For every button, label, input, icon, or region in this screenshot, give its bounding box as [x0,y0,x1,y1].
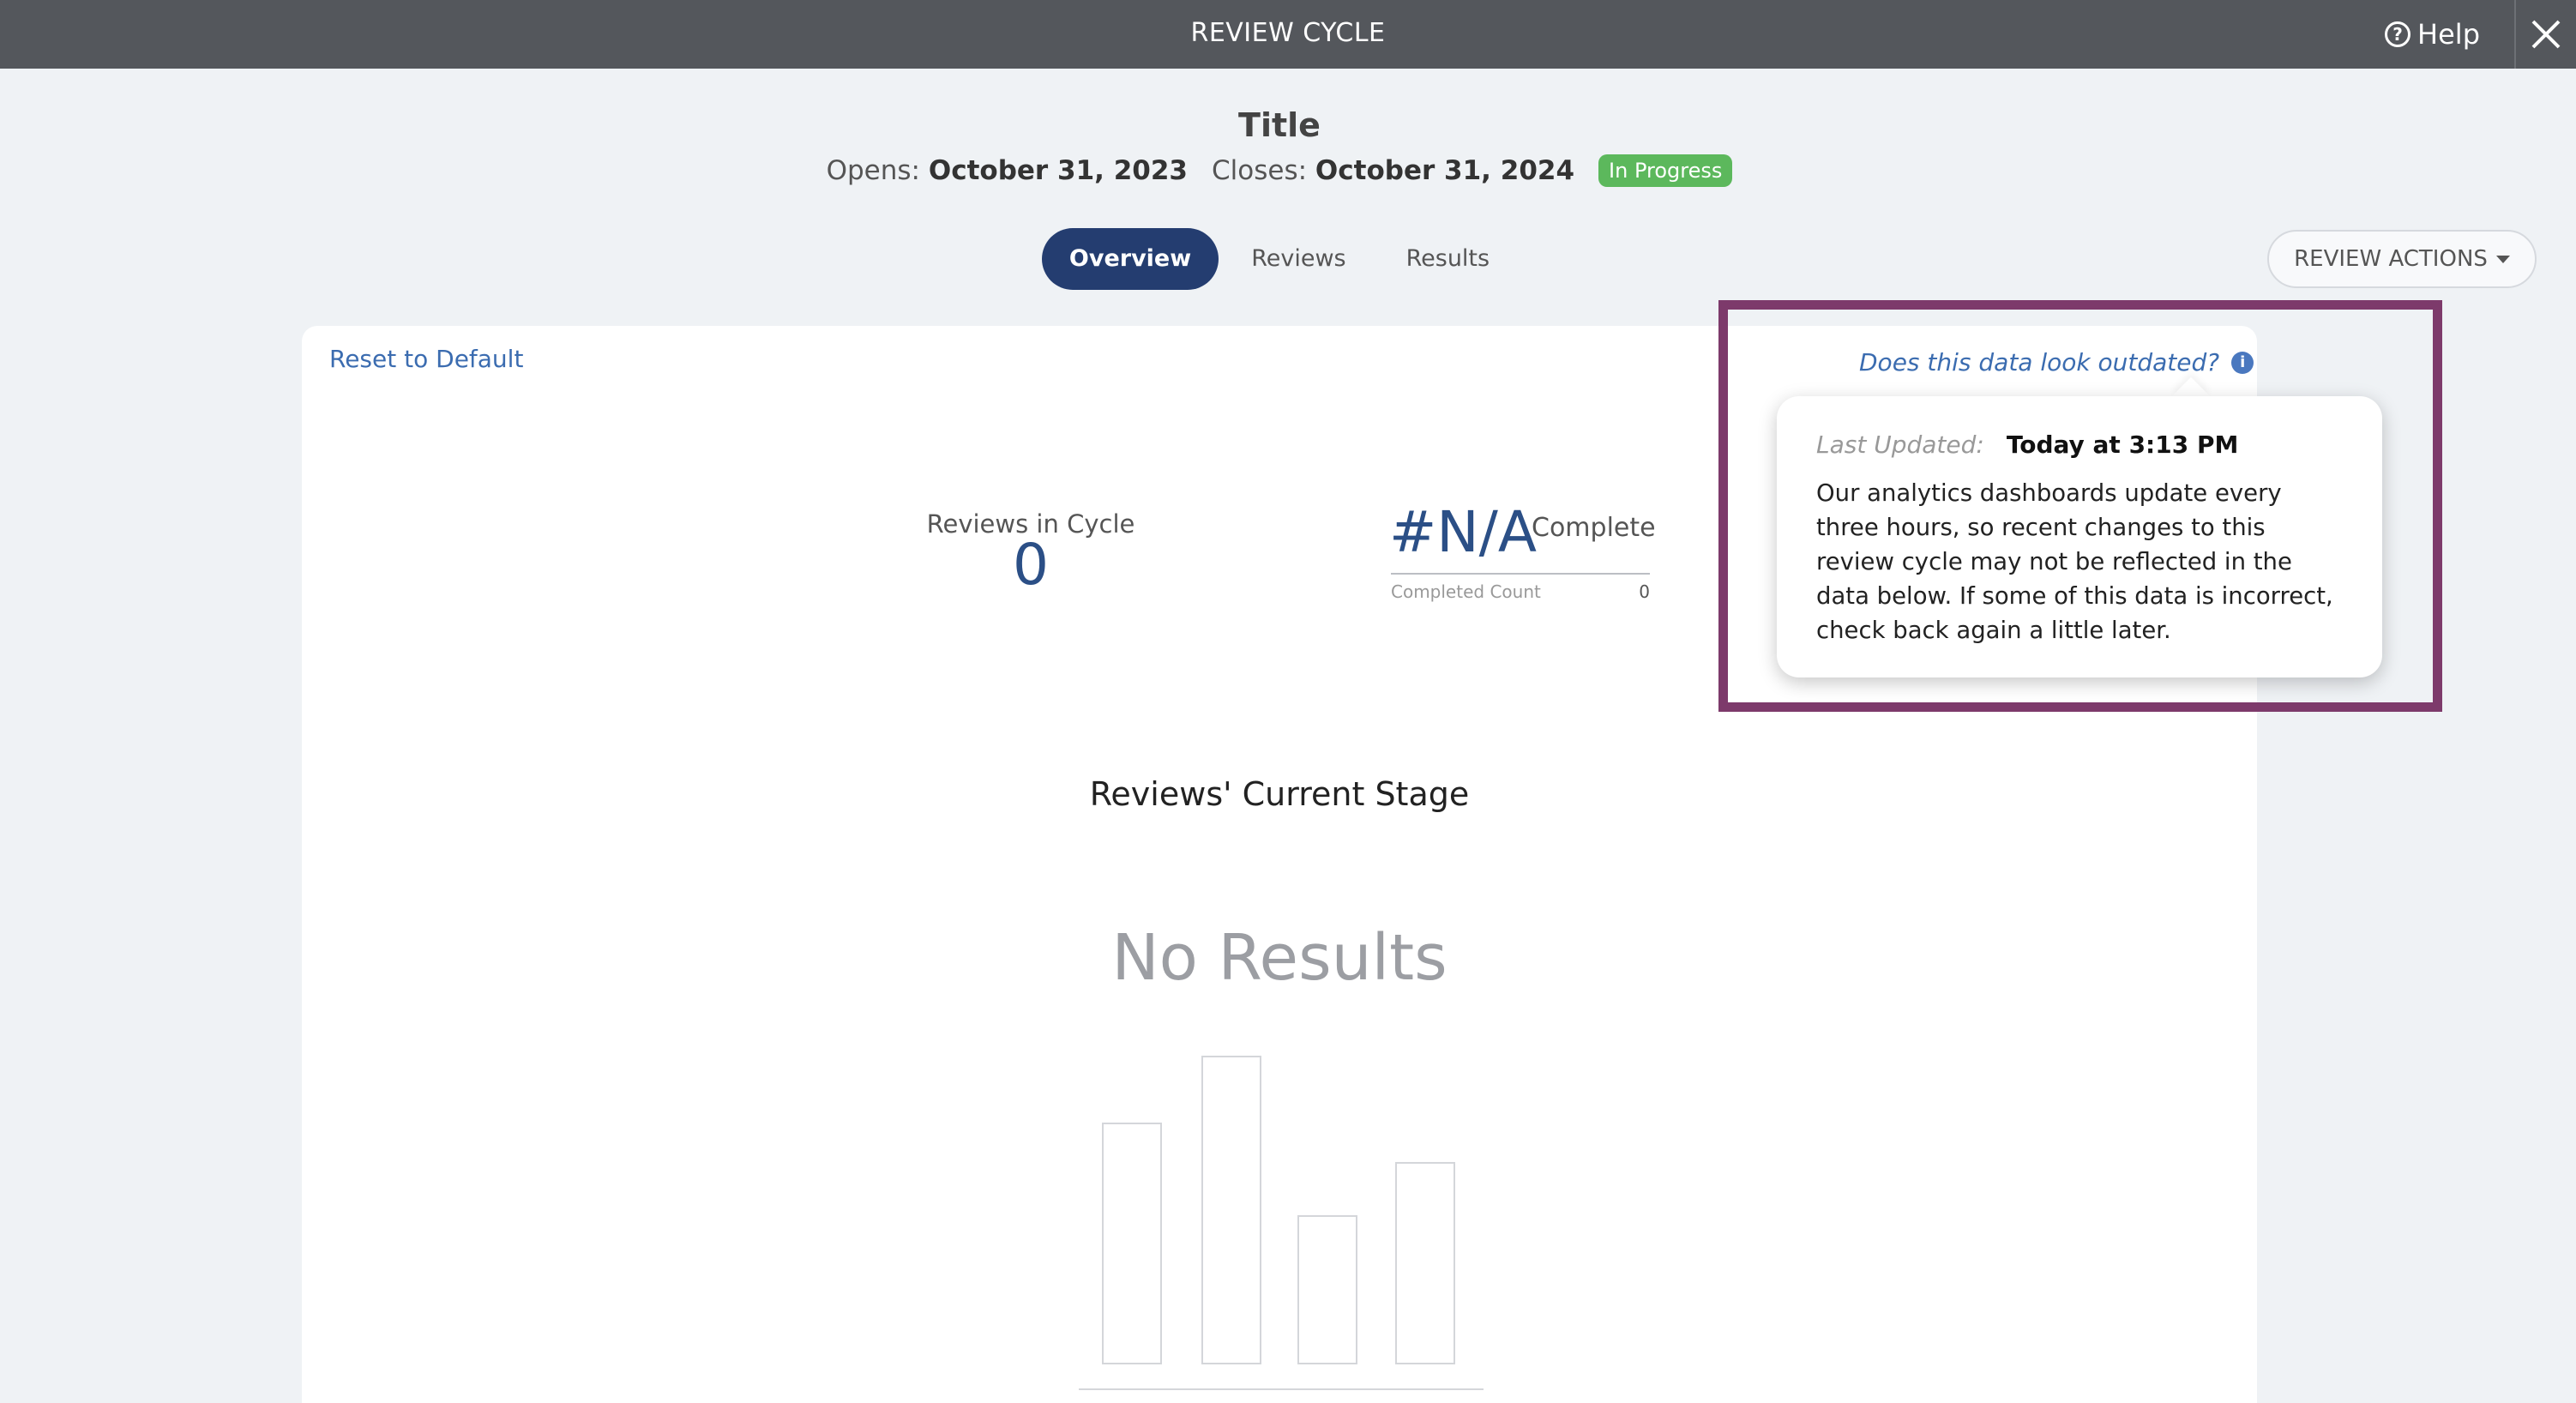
tab-bar: Overview Reviews Results [0,228,2559,290]
review-actions-button[interactable]: REVIEW ACTIONS [2267,230,2537,288]
placeholder-bar [1395,1162,1455,1364]
opens-info: Opens: October 31, 2023 [827,155,1188,186]
close-icon [2531,20,2561,49]
closes-label: Closes: [1212,155,1308,186]
page-title: Title [1238,106,1321,144]
reset-to-default-link[interactable]: Reset to Default [329,345,523,373]
closes-info: Closes: October 31, 2024 [1212,155,1574,186]
placeholder-bar [1102,1123,1162,1364]
help-label: Help [2417,18,2480,51]
close-button[interactable] [2514,0,2576,69]
question-circle-icon: ? [2385,21,2411,47]
opens-label: Opens: [826,155,920,186]
help-link[interactable]: ? Help [2385,0,2480,69]
tab-overview[interactable]: Overview [1041,228,1219,290]
opens-date: October 31, 2023 [928,155,1188,186]
tab-results[interactable]: Results [1379,228,1518,290]
no-results-message: No Results [1111,921,1447,995]
top-bar: REVIEW CYCLE ? Help [0,0,2576,69]
highlight-annotation-box [1718,300,2442,712]
closes-date: October 31, 2024 [1315,155,1575,186]
cycle-dates: Opens: October 31, 2023 Closes: October … [0,154,2559,187]
app-title: REVIEW CYCLE [1190,18,1386,48]
stage-chart-title: Reviews' Current Stage [1089,775,1470,813]
complete-percentage: #N/A [1389,499,1538,565]
reviews-in-cycle-value: 0 [1013,532,1049,598]
caret-down-icon [2495,255,2510,263]
tab-reviews[interactable]: Reviews [1224,228,1373,290]
status-badge: In Progress [1598,154,1733,187]
completed-count-value: 0 [1639,581,1650,602]
review-actions-label: REVIEW ACTIONS [2294,246,2488,272]
divider [1391,573,1650,575]
placeholder-bar [1201,1056,1261,1364]
completed-count-label: Completed Count [1391,581,1541,602]
placeholder-bar [1297,1215,1357,1364]
complete-label: Complete [1532,513,1656,543]
empty-chart-placeholder [1079,1056,1484,1390]
